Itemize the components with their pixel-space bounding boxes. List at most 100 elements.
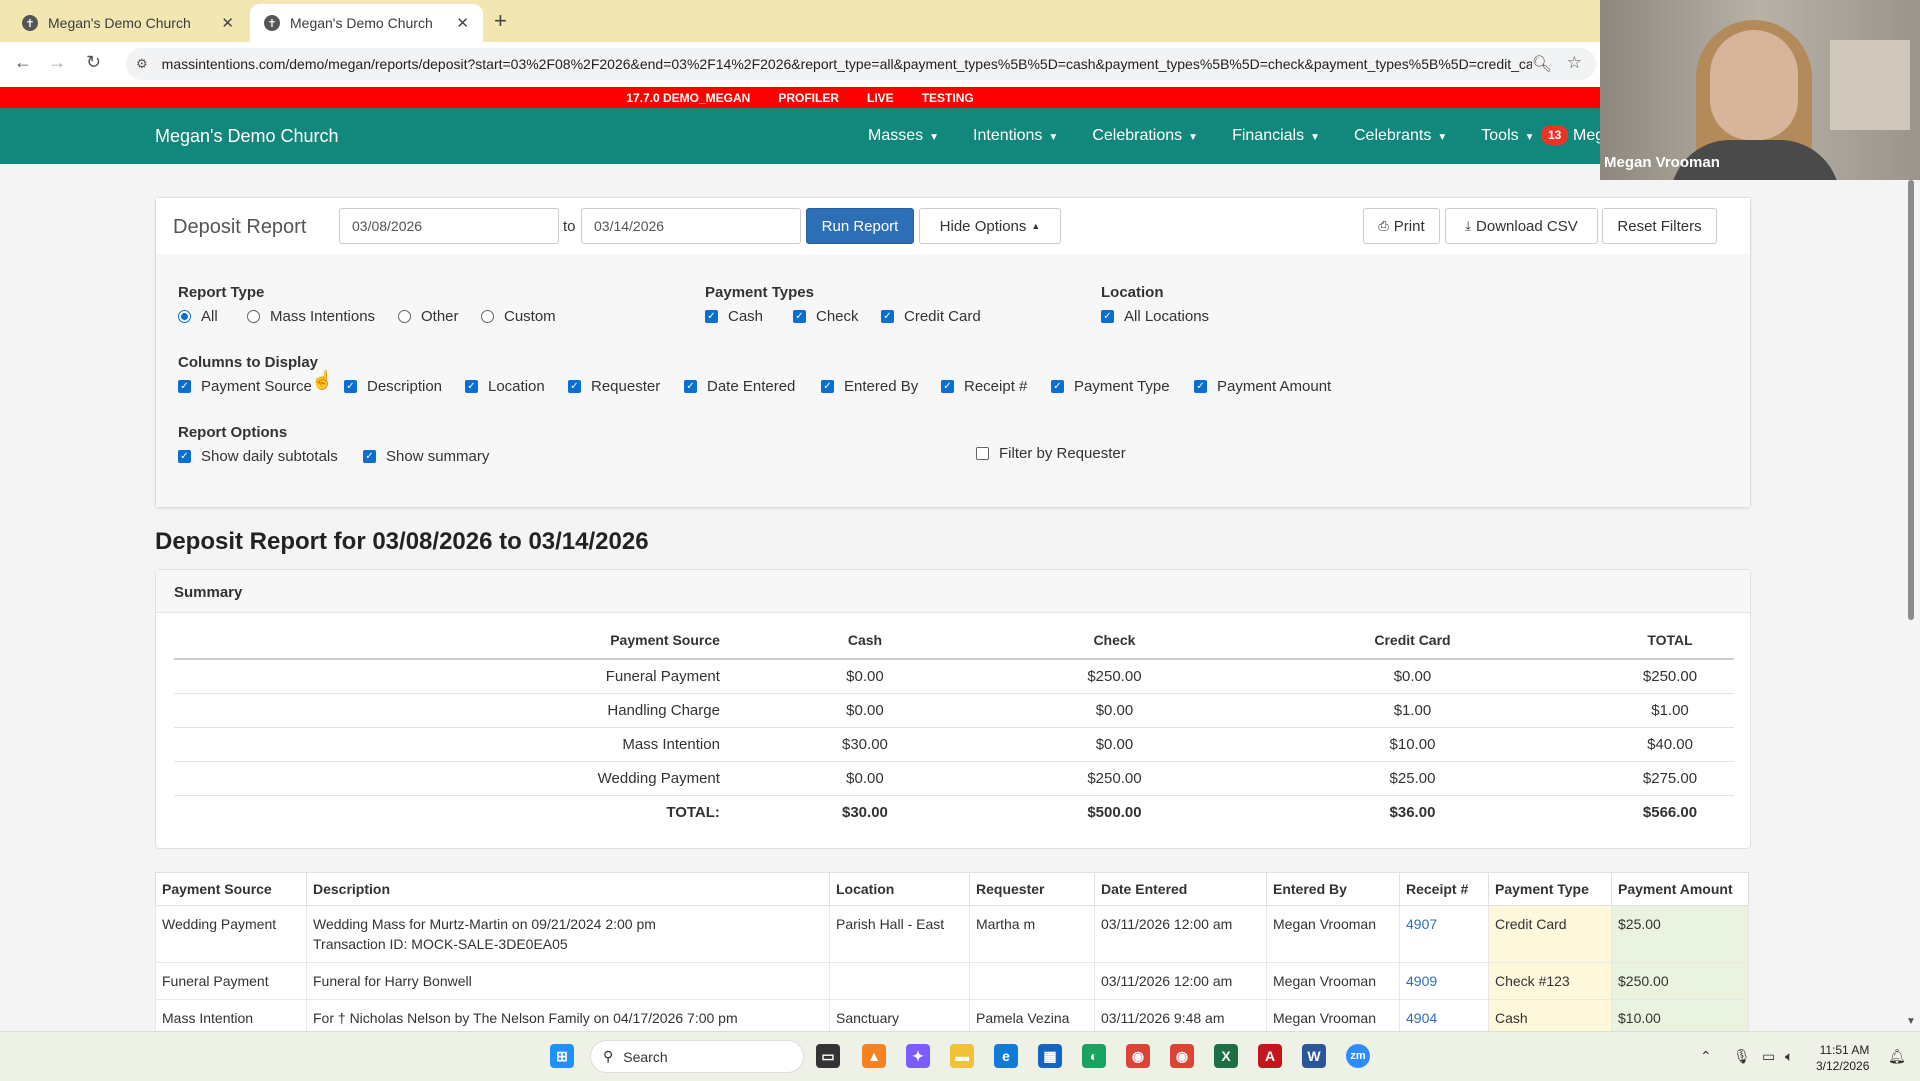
receipt-link[interactable]: 4907 [1406, 916, 1437, 932]
tray-chevron-icon[interactable]: ⌃ [1700, 1048, 1712, 1065]
location-label: Location [1101, 284, 1164, 301]
browser-tab-active[interactable]: ✝ Megan's Demo Church ✕ [250, 4, 483, 42]
table-row: Handling Charge $0.00 $0.00 $1.00 $1.00 [174, 693, 1734, 728]
checkbox-credit-card[interactable]: ✓ Credit Card [881, 308, 981, 325]
windows-taskbar: ⊞ ⚲ Search ▭ ▲ ✦ ▬ e ▦ ◐ ◉ ◉ X A W zm ⌃ 🎙… [0, 1031, 1920, 1081]
acrobat-icon[interactable]: A [1258, 1044, 1282, 1068]
video-call-tile: Megan Vrooman [1600, 0, 1920, 180]
table-row: Wedding Payment $0.00 $250.00 $25.00 $275.00 [174, 761, 1734, 796]
participant-name: Megan Vrooman [1604, 154, 1720, 171]
env-profiler[interactable]: PROFILER [778, 91, 839, 105]
scroll-down-icon[interactable]: ▼ [1906, 1016, 1916, 1027]
checkbox-col-payment-source[interactable]: ✓ Payment Source [178, 378, 312, 395]
forward-icon[interactable]: → [48, 52, 66, 73]
details-header-row: Payment Source Description Location Requ… [155, 872, 1749, 906]
env-version: 17.7.0 DEMO_MEGAN [626, 90, 751, 105]
checkbox-show-summary[interactable]: ✓ Show summary [363, 448, 489, 465]
new-tab-icon[interactable]: + [494, 8, 507, 34]
nav-celebrations[interactable]: Celebrations ▼ [1092, 127, 1198, 145]
brand-link[interactable]: Megan's Demo Church [155, 126, 339, 147]
checkbox-cash[interactable]: ✓ Cash [705, 308, 763, 325]
browser-tab[interactable]: ✝ Megan's Demo Church ✕ [8, 4, 248, 42]
search-icon: ⚲ [603, 1048, 614, 1064]
checkbox-col-entered-by[interactable]: ✓ Entered By [821, 378, 918, 395]
summary-total-row: TOTAL: $30.00 $500.00 $36.00 $566.00 [666, 804, 1698, 821]
run-report-button[interactable]: Run Report [806, 208, 914, 244]
photos-icon[interactable]: ◐ [1082, 1044, 1106, 1068]
caret-down-icon: ▼ [929, 132, 940, 143]
nav-intentions[interactable]: Intentions ▼ [973, 127, 1058, 145]
url-text: massintentions.com/demo/megan/reports/de… [161, 56, 1532, 72]
nav-celebrants[interactable]: Celebrants ▼ [1354, 127, 1447, 145]
table-row: Mass Intention $30.00 $0.00 $10.00 $40.00 [174, 727, 1734, 762]
url-bar[interactable]: ⚙ massintentions.com/demo/megan/reports/… [126, 48, 1596, 80]
close-tab-icon[interactable]: ✕ [456, 14, 469, 32]
address-toolbar: ← → ↻ ⚙ massintentions.com/demo/megan/re… [0, 42, 1600, 87]
network-icon[interactable]: ▭ [1762, 1048, 1775, 1065]
end-date-input[interactable] [581, 208, 801, 244]
checkbox-all-locations[interactable]: ✓ All Locations [1101, 308, 1209, 325]
env-live[interactable]: LIVE [867, 91, 894, 105]
radio-report-custom[interactable]: Custom [481, 308, 556, 325]
zoom-icon[interactable]: 🔍︎ [1532, 54, 1552, 74]
page-scrollbar[interactable]: ▼ [1906, 180, 1916, 1030]
checkbox-filter-by-requester[interactable]: Filter by Requester [976, 445, 1126, 462]
checkbox-col-location[interactable]: ✓ Location [465, 378, 545, 395]
taskbar-search[interactable]: ⚲ Search [590, 1040, 804, 1073]
radio-report-all[interactable]: All [178, 308, 218, 325]
close-tab-icon[interactable]: ✕ [221, 14, 234, 32]
microphone-icon[interactable]: 🎙︎ [1733, 1048, 1751, 1065]
hide-options-button[interactable]: Hide Options ▲ [919, 208, 1061, 244]
site-favicon-icon: ✝ [22, 15, 38, 31]
nav-tools[interactable]: Tools ▼ [1481, 127, 1534, 145]
summary-title: Summary [156, 570, 1750, 613]
nav-masses[interactable]: Masses ▼ [868, 127, 939, 145]
checkbox-show-daily-subtotals[interactable]: ✓ Show daily subtotals [178, 448, 338, 465]
download-csv-button[interactable]: ⤓ Download CSV [1445, 208, 1598, 244]
task-view-icon[interactable]: ▭ [816, 1044, 840, 1068]
word-icon[interactable]: W [1302, 1044, 1326, 1068]
back-icon[interactable]: ← [14, 52, 32, 73]
radio-report-other[interactable]: Other [398, 308, 459, 325]
volume-icon[interactable]: 🔈︎ [1785, 1048, 1793, 1065]
receipt-link[interactable]: 4909 [1406, 973, 1437, 989]
taskbar-clock[interactable]: 11:51 AM 3/12/2026 [1816, 1042, 1869, 1074]
notifications-icon[interactable]: 🔔︎ [1888, 1048, 1906, 1065]
main-navbar: Megan's Demo Church Masses ▼ Intentions ▼ … [0, 108, 1604, 164]
file-explorer-icon[interactable]: ▬ [950, 1044, 974, 1068]
columns-label: Columns to Display [178, 354, 319, 371]
checkbox-col-payment-amount[interactable]: ✓ Payment Amount [1194, 378, 1331, 395]
reset-filters-button[interactable]: Reset Filters [1602, 208, 1717, 244]
caret-down-icon: ▼ [1524, 132, 1535, 143]
checkbox-col-requester[interactable]: ✓ Requester [568, 378, 660, 395]
summary-header-row: Payment Source Cash Check Credit Card TO… [174, 624, 1734, 660]
scrollbar-thumb[interactable] [1908, 180, 1914, 620]
edge-icon[interactable]: e [994, 1044, 1018, 1068]
checkbox-check[interactable]: ✓ Check [793, 308, 859, 325]
receipt-link[interactable]: 4904 [1406, 1010, 1437, 1026]
reload-icon[interactable]: ↻ [86, 52, 101, 73]
print-button[interactable]: ⎙ Print [1363, 208, 1440, 244]
store-icon[interactable]: ▦ [1038, 1044, 1062, 1068]
checkbox-col-payment-type[interactable]: ✓ Payment Type [1051, 378, 1170, 395]
env-testing[interactable]: TESTING [922, 91, 974, 105]
participant-face [1710, 30, 1798, 140]
excel-icon[interactable]: X [1214, 1044, 1238, 1068]
checkbox-col-date-entered[interactable]: ✓ Date Entered [684, 378, 795, 395]
chrome-profile-icon[interactable]: ◉ [1170, 1044, 1194, 1068]
site-info-icon[interactable]: ⚙ [136, 56, 148, 72]
windows-start-icon[interactable]: ⊞ [550, 1044, 574, 1068]
zoom-app-icon[interactable]: zm [1346, 1044, 1370, 1068]
checkbox-col-receipt[interactable]: ✓ Receipt # [941, 378, 1027, 395]
vlc-icon[interactable]: ▲ [862, 1044, 886, 1068]
start-date-input[interactable] [339, 208, 559, 244]
bookmark-star-icon[interactable]: ☆ [1567, 53, 1582, 73]
copilot-icon[interactable]: ✦ [906, 1044, 930, 1068]
notification-badge[interactable]: 13 [1541, 125, 1569, 145]
report-type-label: Report Type [178, 284, 265, 301]
nav-financials[interactable]: Financials ▼ [1232, 127, 1320, 145]
chrome-icon[interactable]: ◉ [1126, 1044, 1150, 1068]
tab-title: Megan's Demo Church [48, 15, 191, 31]
radio-report-mass-intentions[interactable]: Mass Intentions [247, 308, 375, 325]
checkbox-col-description[interactable]: ✓ Description [344, 378, 442, 395]
